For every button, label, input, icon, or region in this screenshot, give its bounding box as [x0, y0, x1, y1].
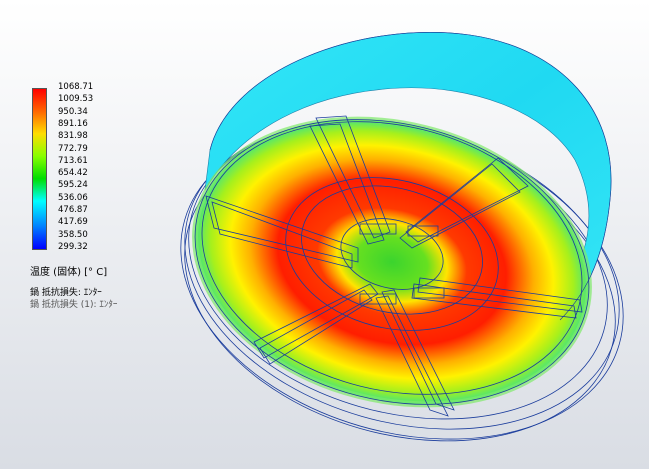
legend-tick: 772.79 — [58, 143, 88, 154]
legend-tick: 654.42 — [58, 168, 88, 179]
temperature-legend: 1068.71 1009.53 950.34 891.16 831.98 772… — [30, 82, 150, 256]
legend-tick: 891.16 — [58, 118, 88, 129]
legend-colorbar — [32, 88, 47, 250]
legend-tick: 299.32 — [58, 241, 88, 252]
legend-tick: 713.61 — [58, 155, 88, 166]
legend-tick: 536.06 — [58, 192, 88, 203]
legend-tick: 1068.71 — [58, 82, 94, 92]
study-label-2: 鍋 抵抗損失 (1): ｴﾝﾀｰ — [30, 300, 118, 310]
legend-tick: 595.24 — [58, 180, 88, 191]
legend-tick: 1009.53 — [58, 94, 94, 105]
legend-title: 温度 (固体) [° C] — [30, 267, 108, 278]
legend-tick: 417.69 — [58, 217, 88, 228]
legend-tick: 476.87 — [58, 205, 88, 215]
legend-tick: 831.98 — [58, 131, 88, 142]
legend-tick: 950.34 — [58, 106, 88, 117]
legend-tick: 358.50 — [58, 229, 88, 240]
